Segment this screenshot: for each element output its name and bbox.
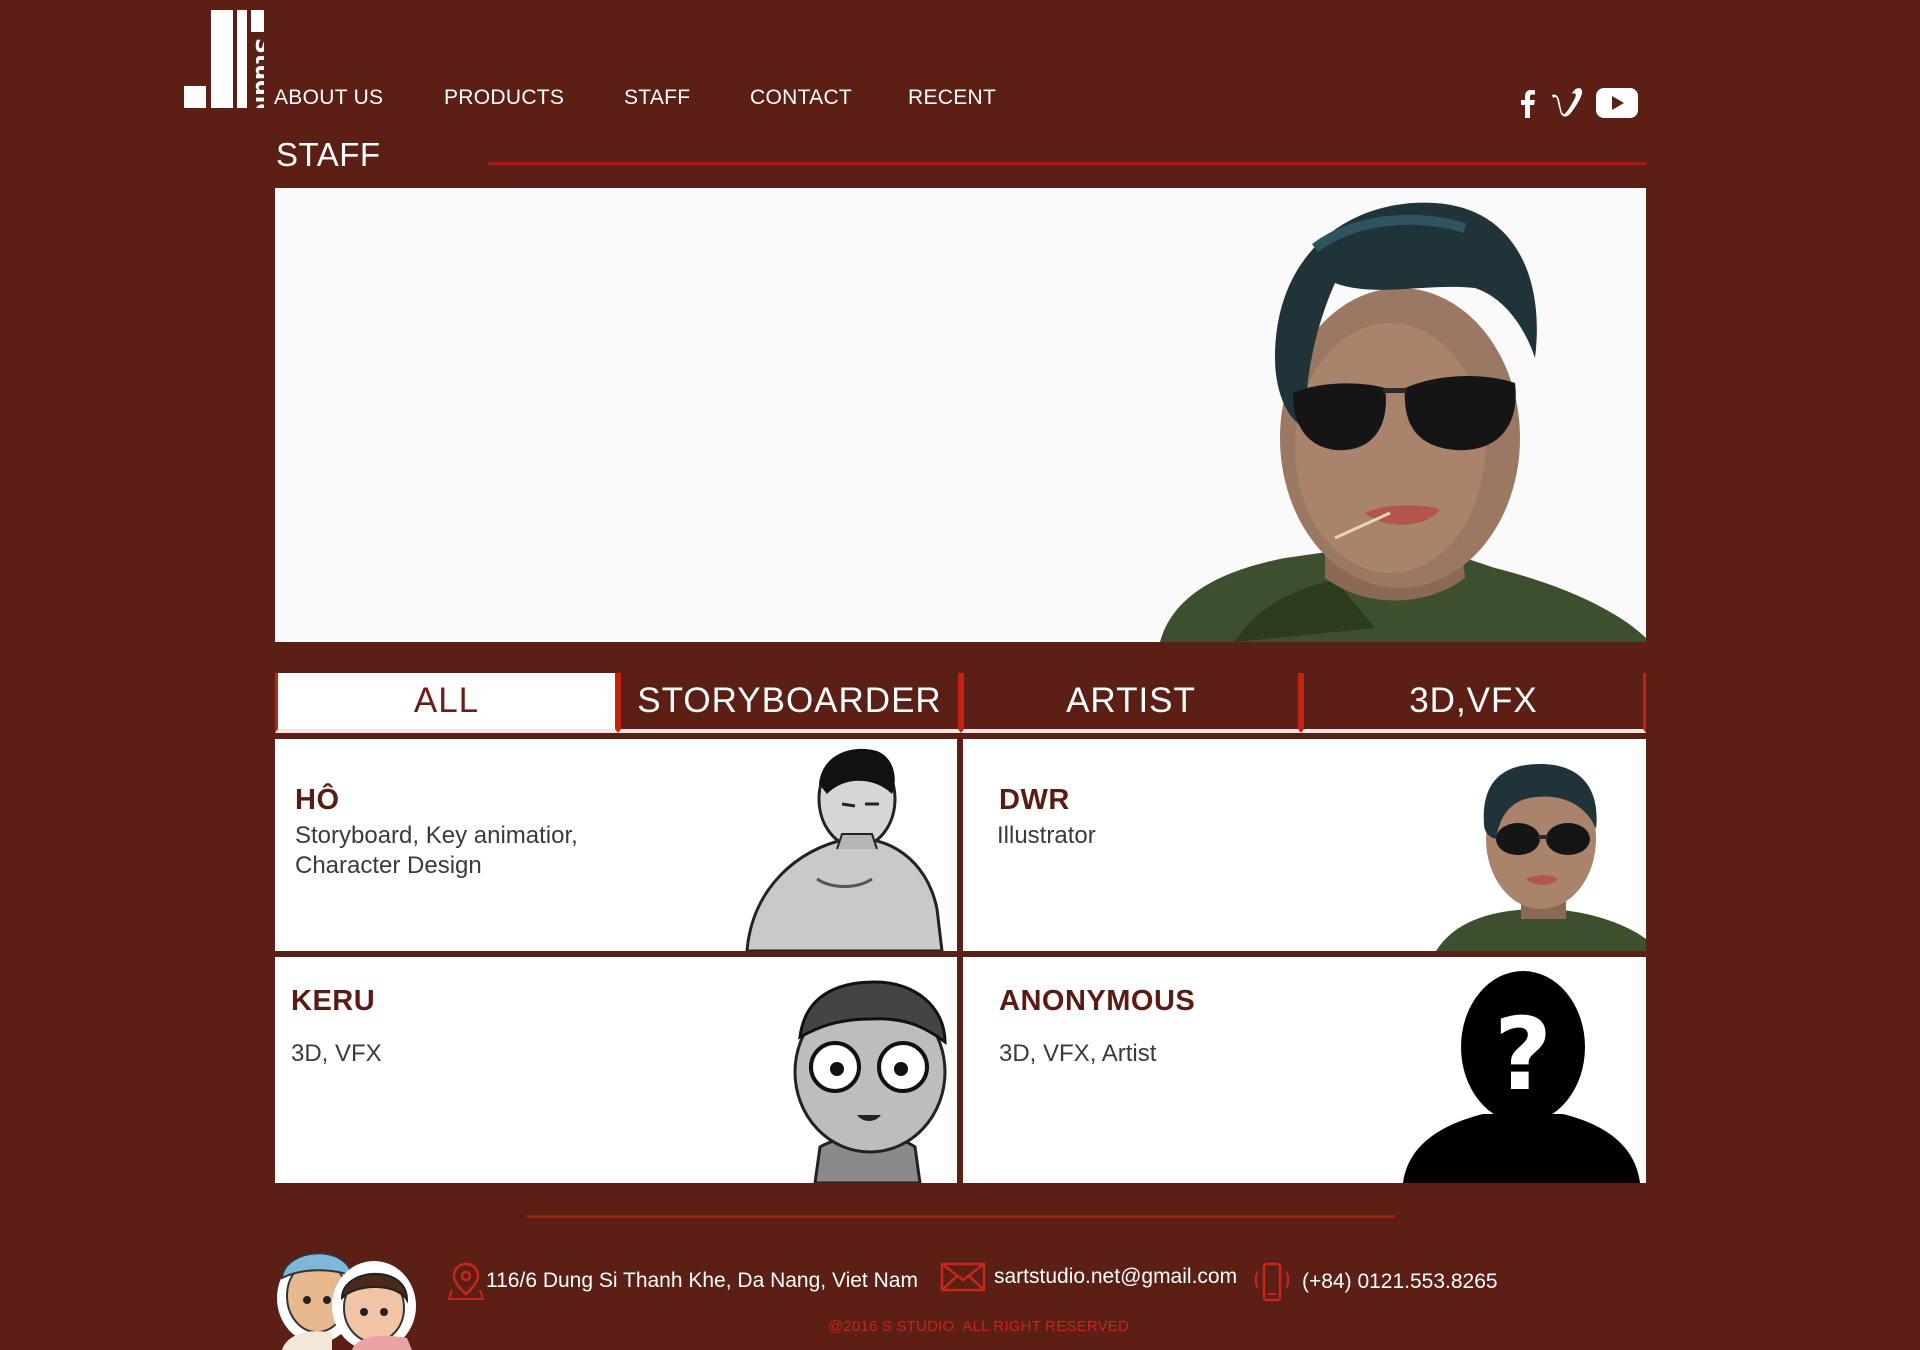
staff-role: Illustrator [997, 822, 1096, 849]
vimeo-icon[interactable] [1550, 88, 1584, 118]
tab-3d-vfx[interactable]: 3D,VFX [1301, 673, 1646, 733]
hero-banner [275, 188, 1646, 642]
staff-dwr-illustration [1436, 764, 1646, 951]
svg-text:?: ? [1494, 996, 1552, 1113]
footer-email-text[interactable]: sartstudio.net@gmail.com [994, 1265, 1237, 1289]
footer-email[interactable]: sartstudio.net@gmail.com [940, 1262, 1237, 1292]
footer-address-text: 116/6 Dung Si Thanh Khe, Da Nang, Viet N… [486, 1269, 918, 1292]
staff-card-dwr[interactable]: DWR Illustrator [963, 739, 1646, 951]
staff-name: ANONYMOUS [999, 985, 1196, 1017]
main-nav: ABOUT US PRODUCTS STAFF CONTACT RECENT [274, 86, 1008, 110]
footer-address: 116/6 Dung Si Thanh Khe, Da Nang, Viet N… [448, 1262, 918, 1300]
tab-artist[interactable]: ARTIST [961, 673, 1301, 733]
nav-staff[interactable]: STAFF [624, 86, 750, 110]
nav-contact[interactable]: CONTACT [750, 86, 908, 110]
staff-card-ho[interactable]: HÔ Storyboard, Key animatior, Character … [275, 739, 957, 951]
youtube-icon[interactable] [1596, 88, 1638, 118]
staff-name: DWR [999, 784, 1070, 816]
anonymous-silhouette-icon: ? [1403, 971, 1640, 1183]
logo-text: Studio [250, 38, 264, 108]
tab-storyboarder[interactable]: STORYBOARDER [618, 673, 961, 733]
nav-products[interactable]: PRODUCTS [444, 86, 624, 110]
nav-recent[interactable]: RECENT [908, 86, 1008, 110]
studio-logo[interactable]: Studio [184, 10, 264, 108]
facebook-icon[interactable] [1516, 88, 1538, 118]
location-pin-icon [448, 1262, 484, 1300]
staff-role: Storyboard, Key animatior, Character Des… [295, 822, 578, 879]
page-title: STAFF [276, 136, 381, 173]
mail-icon [940, 1262, 986, 1292]
hero-portrait-illustration [1160, 202, 1646, 642]
staff-filter-tabs: ALL STORYBOARDER ARTIST 3D,VFX [275, 673, 1646, 733]
footer-phone-text[interactable]: (+84) 0121.553.8265 [1302, 1270, 1498, 1294]
tab-all[interactable]: ALL [275, 673, 618, 733]
phone-icon [1254, 1262, 1290, 1302]
staff-role: 3D, VFX [291, 1040, 382, 1067]
staff-card-anonymous[interactable]: ANONYMOUS 3D, VFX, Artist ? [963, 957, 1646, 1183]
staff-ho-illustration [745, 748, 944, 951]
staff-name: HÔ [295, 784, 340, 816]
footer-divider [527, 1215, 1395, 1218]
footer-mascots-illustration [277, 1252, 416, 1350]
copyright-text: @2016 S STUDIO. ALL RIGHT RESERVED [828, 1318, 1130, 1335]
nav-about-us[interactable]: ABOUT US [274, 86, 444, 110]
staff-card-keru[interactable]: KERU 3D, VFX [275, 957, 957, 1183]
staff-name: KERU [291, 985, 376, 1017]
footer-phone[interactable]: (+84) 0121.553.8265 [1250, 1262, 1498, 1302]
social-links [1516, 88, 1638, 118]
title-divider [488, 162, 1646, 165]
staff-role: 3D, VFX, Artist [999, 1040, 1157, 1067]
staff-keru-illustration [793, 980, 947, 1183]
